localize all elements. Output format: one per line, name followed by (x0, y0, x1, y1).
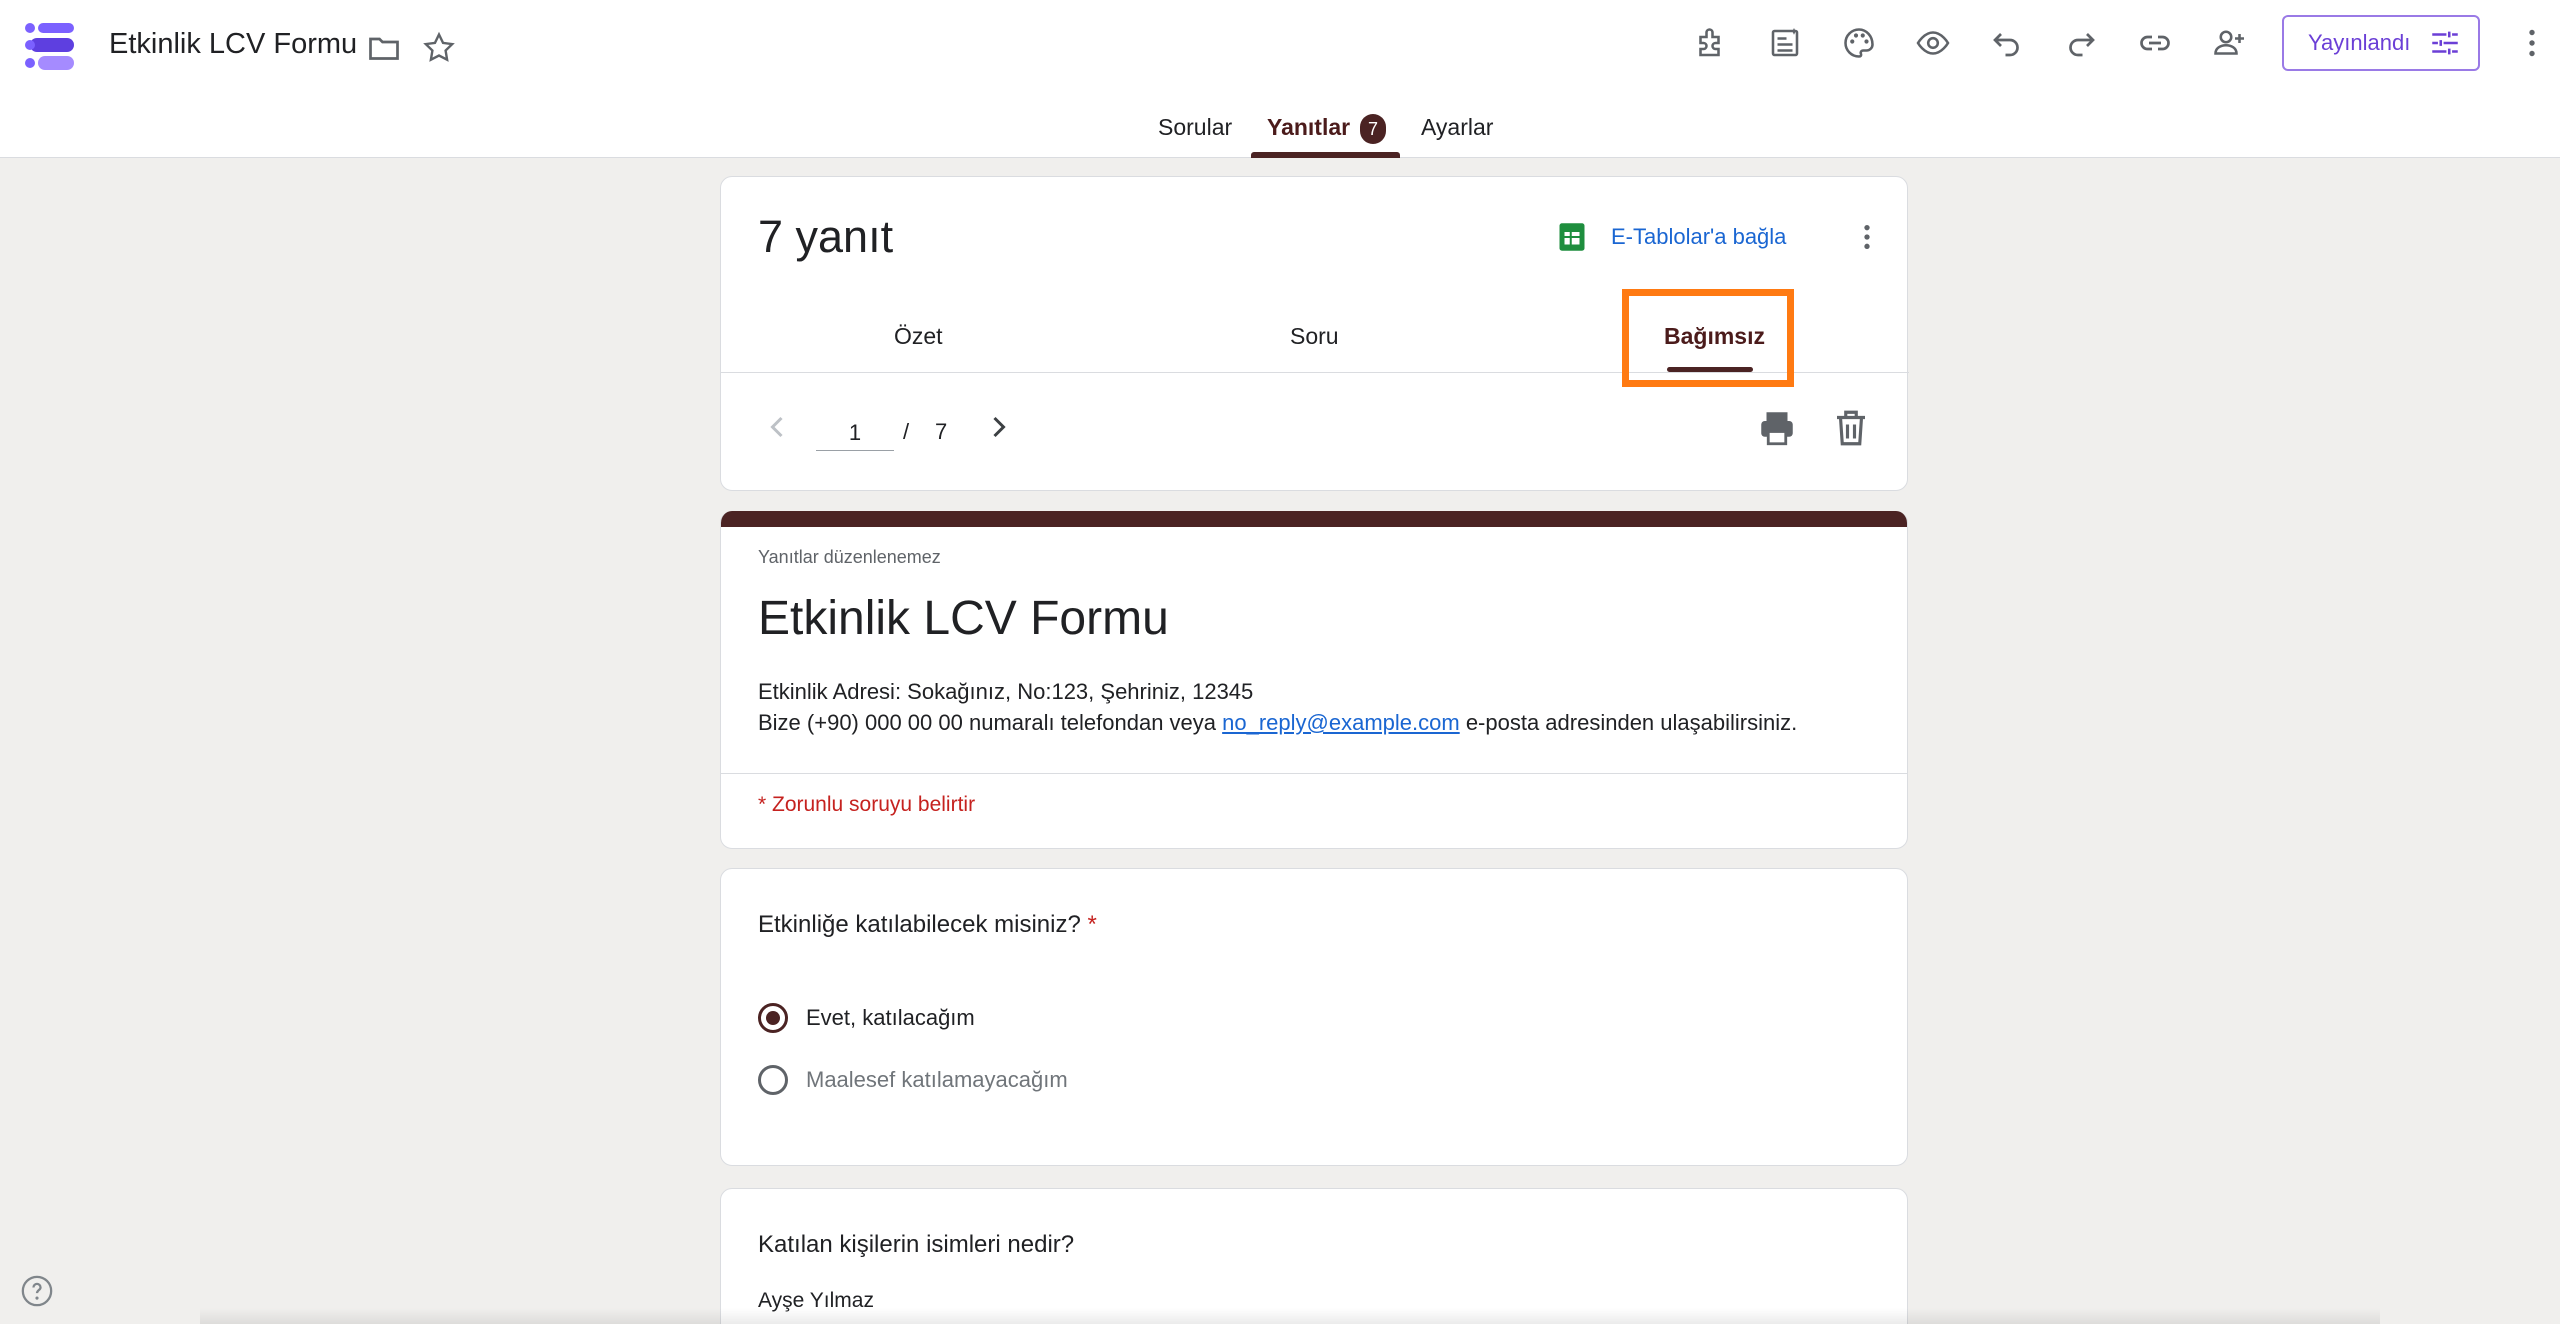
required-star: * (1087, 911, 1097, 938)
form-header-card: Yanıtlar düzenlenemez Etkinlik LCV Formu… (720, 511, 1908, 849)
help-icon[interactable] (20, 1274, 54, 1308)
subtab-summary[interactable]: Özet (894, 323, 943, 350)
question-title: Etkinliğe katılabilecek misiniz? * (758, 911, 1097, 939)
document-title[interactable]: Etkinlik LCV Formu (109, 28, 357, 61)
tab-questions[interactable]: Sorular (1158, 114, 1232, 141)
preview-icon[interactable] (1909, 19, 1957, 67)
subtab-question[interactable]: Soru (1290, 323, 1339, 350)
question-card-attendance: Etkinliğe katılabilecek misiniz? * Evet,… (720, 868, 1908, 1166)
link-icon[interactable] (2131, 19, 2179, 67)
question-title: Katılan kişilerin isimleri nedir? (758, 1231, 1075, 1258)
radio-option-no[interactable]: Maalesef katılamayacağım (758, 1065, 1068, 1095)
radio-selected[interactable] (758, 1003, 788, 1033)
tab-responses[interactable]: Yanıtlar (1267, 114, 1350, 141)
responses-card: 7 yanıt E-Tablolar'a bağla Özet Soru Bağ… (720, 176, 1909, 491)
description-line-2-pre: Bize (+90) 000 00 00 numaralı telefondan… (758, 710, 1223, 735)
option-label: Evet, katılacağım (806, 1005, 975, 1030)
form-title: Etkinlik LCV Formu (758, 592, 1169, 645)
ai-icon[interactable] (1761, 19, 1809, 67)
page-total: 7 (935, 419, 948, 444)
star-icon[interactable] (415, 24, 463, 72)
scroll-shadow (200, 1308, 2380, 1324)
response-count: 7 yanıt (758, 211, 894, 262)
required-note: * Zorunlu soruyu belirtir (758, 793, 976, 816)
page-number-input[interactable] (816, 415, 894, 451)
radio-option-yes[interactable]: Evet, katılacağım (758, 1003, 975, 1033)
forms-logo-icon[interactable] (24, 20, 78, 74)
chevron-right-icon[interactable] (981, 409, 1017, 445)
question-card-names: Katılan kişilerin isimleri nedir? Ayşe Y… (720, 1188, 1908, 1324)
undo-icon[interactable] (1983, 19, 2031, 67)
chevron-left-icon[interactable] (759, 409, 795, 445)
tune-icon (2432, 31, 2459, 55)
description-line-2: Bize (+90) 000 00 00 numaralı telefondan… (758, 707, 1797, 738)
add-person-icon[interactable] (2205, 19, 2253, 67)
question-title-text: Etkinliğe katılabilecek misiniz? (758, 911, 1081, 938)
palette-icon[interactable] (1835, 19, 1883, 67)
folder-icon[interactable] (360, 24, 408, 72)
delete-icon[interactable] (1830, 407, 1872, 449)
publish-button[interactable]: Yayınlandı (2282, 15, 2480, 71)
publish-label: Yayınlandı (2308, 30, 2411, 55)
option-label: Maalesef katılamayacağım (806, 1067, 1068, 1092)
tab-settings[interactable]: Ayarlar (1421, 114, 1493, 141)
highlight-box (1622, 289, 1794, 387)
active-tab-indicator (1251, 152, 1400, 158)
description-line-2-post: e-posta adresinden ulaşabilirsiniz. (1459, 710, 1798, 735)
redo-icon[interactable] (2057, 19, 2105, 67)
page-separator: / (903, 419, 910, 444)
print-icon[interactable] (1756, 407, 1798, 449)
responses-more-icon[interactable] (1851, 221, 1883, 253)
email-link[interactable]: no_reply@example.com (1222, 710, 1460, 735)
description-line-1: Etkinlik Adresi: Sokağınız, No:123, Şehr… (758, 679, 1254, 704)
form-divider (721, 773, 1907, 774)
form-color-bar (721, 511, 1907, 527)
form-description: Etkinlik Adresi: Sokağınız, No:123, Şehr… (758, 676, 1797, 738)
addons-icon[interactable] (1687, 19, 1735, 67)
sheets-icon[interactable] (1557, 222, 1587, 252)
app-header: Etkinlik LCV Formu Yayınlandı Sorular Ya… (0, 0, 2560, 158)
no-edit-note: Yanıtlar düzenlenemez (758, 547, 941, 567)
responses-count-badge: 7 (1360, 114, 1386, 144)
radio-unselected[interactable] (758, 1065, 788, 1095)
link-to-sheets[interactable]: E-Tablolar'a bağla (1611, 224, 1786, 250)
more-vert-icon[interactable] (2508, 19, 2556, 67)
